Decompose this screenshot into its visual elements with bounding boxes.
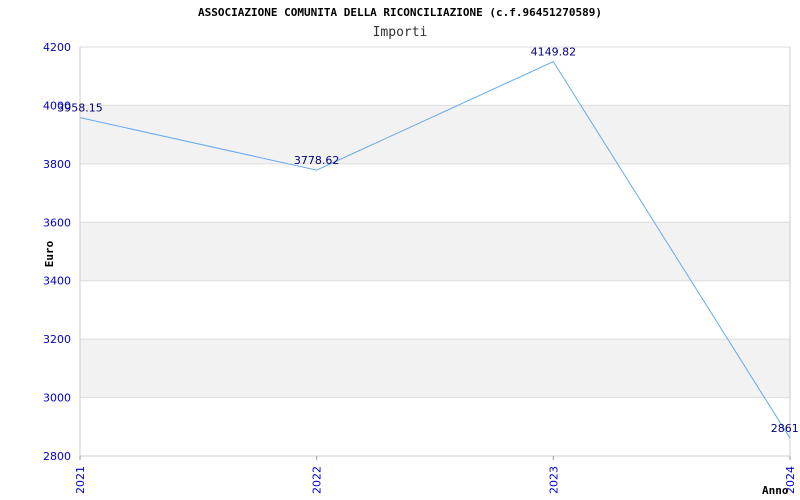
grid-bands xyxy=(80,47,790,456)
x-tick-label: 2022 xyxy=(311,466,324,494)
data-label: 2861.0 xyxy=(771,422,800,435)
data-label: 3778.62 xyxy=(294,154,340,167)
grid-band xyxy=(80,47,790,106)
x-tick-label: 2023 xyxy=(547,466,560,494)
y-axis-label: Euro xyxy=(43,240,56,267)
y-tick-label: 4200 xyxy=(43,41,71,54)
grid-band xyxy=(80,105,790,164)
y-tick-label: 3200 xyxy=(43,333,71,346)
x-tick-label: 2021 xyxy=(74,466,87,494)
grid-band xyxy=(80,339,790,398)
x-axis-ticks: 2021 2022 2023 2024 xyxy=(74,456,797,494)
grid-band xyxy=(80,397,790,456)
y-tick-label: 3600 xyxy=(43,216,71,229)
x-axis-label: Anno xyxy=(762,484,789,497)
y-tick-label: 2800 xyxy=(43,450,71,463)
data-label: 4149.82 xyxy=(531,46,577,59)
grid-band xyxy=(80,163,790,223)
y-tick-label: 3400 xyxy=(43,275,71,288)
data-label: 3958.15 xyxy=(57,102,103,115)
y-tick-label: 3000 xyxy=(43,392,71,405)
y-tick-label: 3800 xyxy=(43,158,71,171)
grid-band xyxy=(80,222,790,281)
line-chart: 28003000320034003600380040004200 2021 202… xyxy=(43,41,800,497)
grid-band xyxy=(80,280,790,340)
